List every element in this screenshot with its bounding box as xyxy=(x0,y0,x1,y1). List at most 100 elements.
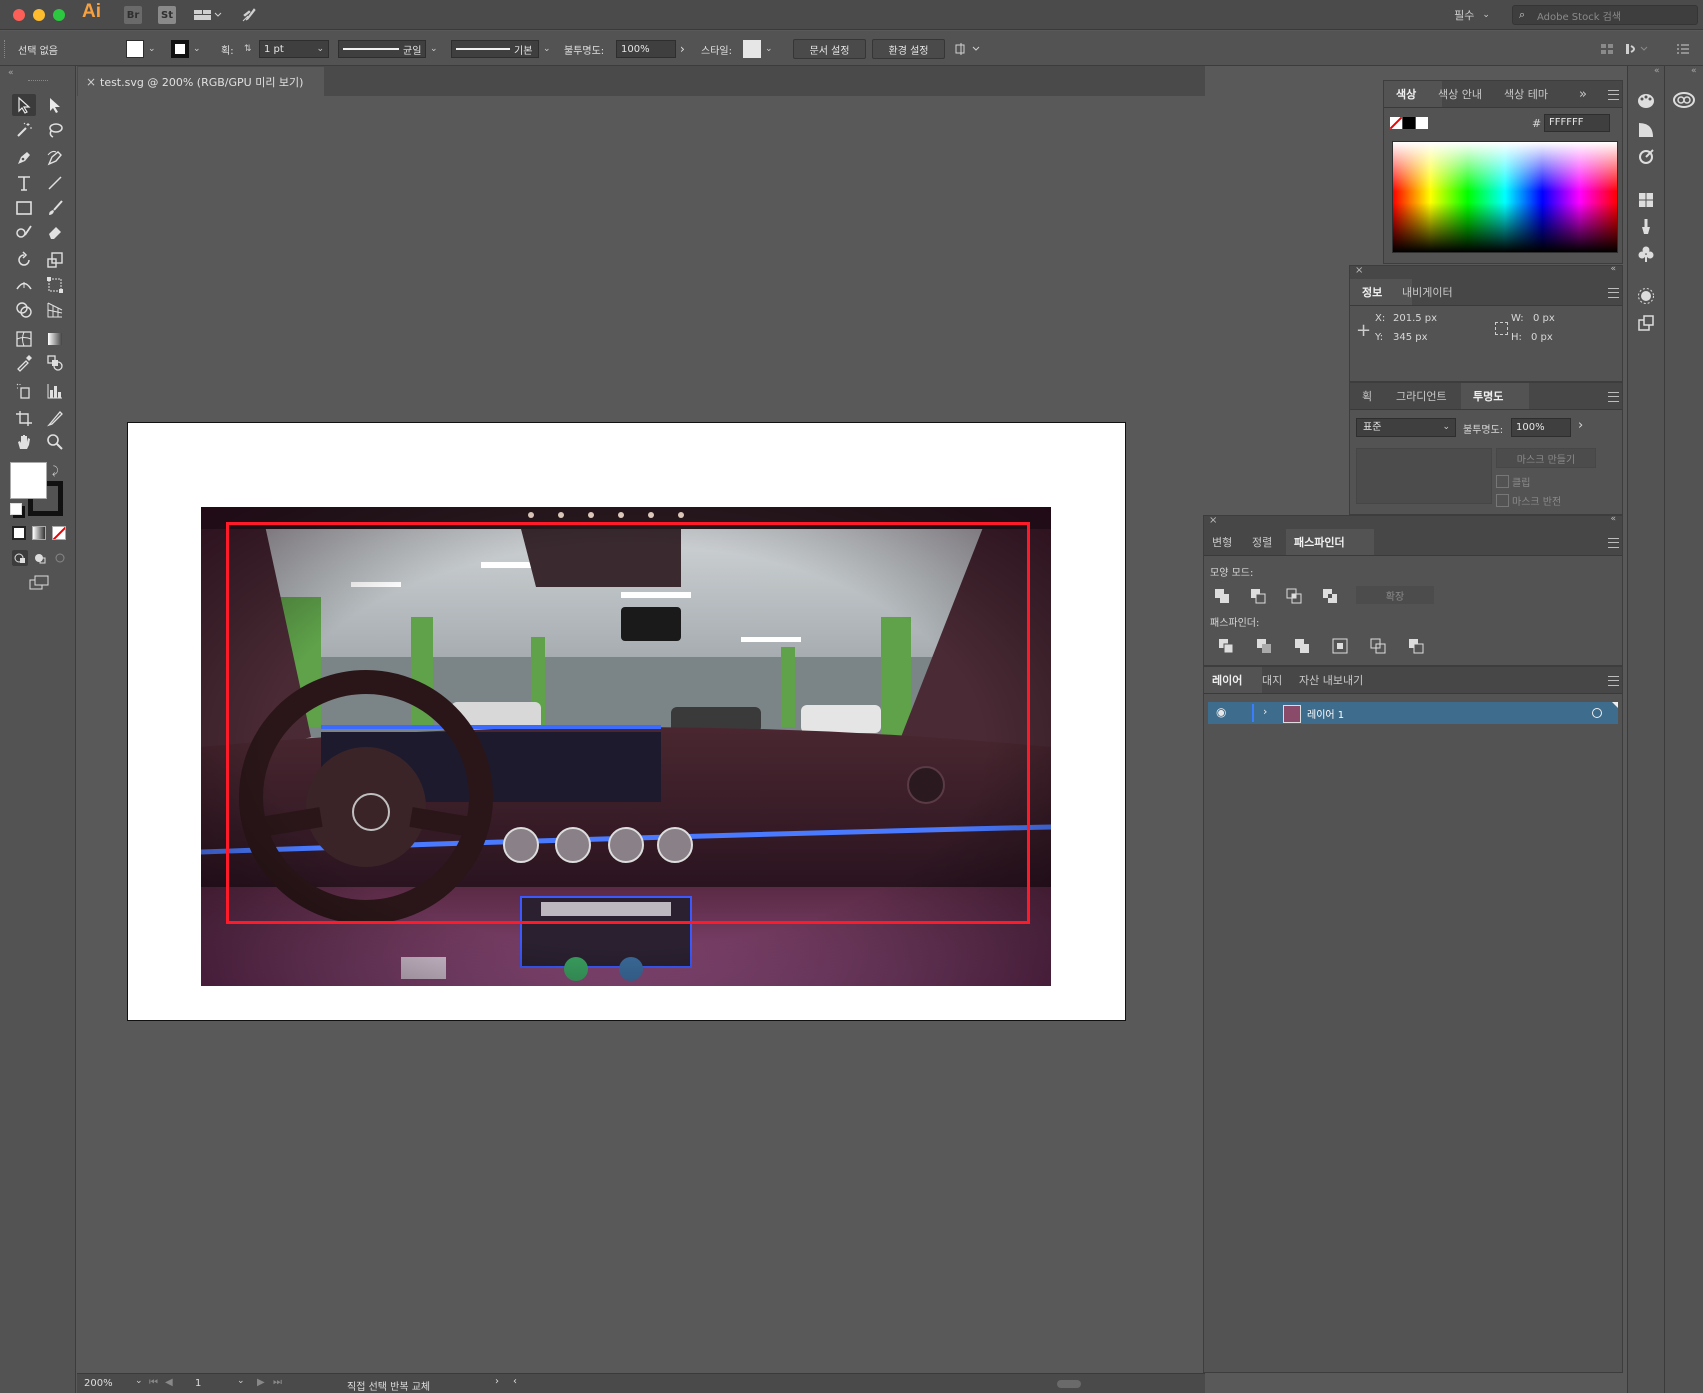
chevron-down-icon[interactable]: ⌄ xyxy=(430,40,438,58)
collapse-icon[interactable]: « xyxy=(1691,66,1697,76)
style-swatch[interactable]: ⌄ xyxy=(743,40,773,58)
direct-selection-tool[interactable] xyxy=(43,94,67,116)
control-panel-menu-button[interactable] xyxy=(1676,40,1690,58)
tab-asset-export[interactable]: 자산 내보내기 xyxy=(1299,667,1363,693)
control-bar-grip[interactable] xyxy=(4,40,9,58)
tab-transform[interactable]: 변형 xyxy=(1212,529,1232,555)
previous-artboard-icon[interactable]: ◀ xyxy=(165,1377,173,1388)
tab-transparency[interactable]: 투명도 xyxy=(1461,383,1529,409)
stroke-profile-dropdown[interactable]: 균일 xyxy=(338,40,426,58)
clip-checkbox[interactable] xyxy=(1496,475,1509,488)
eraser-tool[interactable] xyxy=(43,221,67,243)
last-artboard-icon[interactable]: ⏭ xyxy=(273,1377,282,1388)
divide-icon[interactable] xyxy=(1218,638,1234,654)
stroke-swatch[interactable]: ⌄ xyxy=(171,40,201,58)
eye-visibility-icon[interactable]: ◉ xyxy=(1216,705,1226,719)
bridge-button[interactable]: Br xyxy=(124,6,142,24)
transparency-panel-menu-icon[interactable] xyxy=(1608,392,1619,402)
horizontal-scrollbar-thumb[interactable] xyxy=(1057,1380,1081,1388)
align-options-button[interactable] xyxy=(1600,40,1614,58)
scale-tool[interactable] xyxy=(43,249,67,271)
tab-color[interactable]: 색상 xyxy=(1384,81,1442,107)
close-panel-icon[interactable]: × xyxy=(1209,515,1217,526)
trim-icon[interactable] xyxy=(1256,638,1272,654)
arrange-button[interactable] xyxy=(955,40,983,58)
color-spectrum[interactable] xyxy=(1392,141,1618,253)
opacity-field[interactable]: 100% xyxy=(616,40,676,58)
arrange-documents-button[interactable] xyxy=(190,6,226,24)
hex-input[interactable]: FFFFFF xyxy=(1544,114,1610,132)
none-swatch[interactable] xyxy=(1390,117,1402,129)
expand-button[interactable]: 확장 xyxy=(1356,586,1434,604)
draw-normal-button[interactable] xyxy=(12,550,28,566)
tab-gradient[interactable]: 그라디언트 xyxy=(1396,383,1447,409)
stroke-weight-stepper[interactable]: ⇅ xyxy=(244,40,252,58)
collapse-icon[interactable]: « xyxy=(8,68,14,78)
tab-pathfinder[interactable]: 패스파인더 xyxy=(1286,529,1374,555)
first-artboard-icon[interactable]: ⏮ xyxy=(149,1377,158,1388)
pathfinder-panel-menu-icon[interactable] xyxy=(1608,538,1619,548)
gradient-tool[interactable] xyxy=(43,328,67,350)
draw-behind-button[interactable] xyxy=(32,550,48,566)
color-guide-icon[interactable] xyxy=(1637,121,1655,139)
info-panel-menu-icon[interactable] xyxy=(1608,288,1619,298)
black-swatch[interactable] xyxy=(1403,117,1415,129)
layers-panel-menu-icon[interactable] xyxy=(1608,676,1619,686)
chevron-left-icon[interactable]: ‹ xyxy=(513,1376,517,1387)
selection-rectangle[interactable] xyxy=(226,522,1030,924)
hand-tool[interactable] xyxy=(12,431,36,453)
opacity-input[interactable]: 100% xyxy=(1511,418,1571,437)
intersect-icon[interactable] xyxy=(1286,588,1302,604)
eyedropper-tool[interactable] xyxy=(12,352,36,374)
free-transform-tool[interactable] xyxy=(43,274,67,296)
chevron-right-icon[interactable]: › xyxy=(1578,418,1583,433)
zoom-tool[interactable] xyxy=(43,431,67,453)
chevron-right-icon[interactable]: › xyxy=(495,1376,499,1387)
chevron-right-icon[interactable]: › xyxy=(1263,705,1267,718)
draw-inside-button[interactable] xyxy=(52,550,68,566)
tab-artboards[interactable]: 대지 xyxy=(1262,667,1282,693)
screen-mode-button[interactable] xyxy=(28,574,50,592)
color-panel-menu-icon[interactable] xyxy=(1608,90,1619,100)
shape-builder-tool[interactable] xyxy=(12,299,36,321)
artboard-number[interactable]: 1 xyxy=(195,1378,201,1389)
stock-search-input[interactable]: ⌕ Adobe Stock 검색 xyxy=(1512,5,1698,25)
color-palette-icon[interactable] xyxy=(1637,92,1655,110)
perspective-grid-tool[interactable] xyxy=(43,299,67,321)
recolor-icon[interactable] xyxy=(1637,148,1655,166)
minimize-window-button[interactable] xyxy=(33,9,45,21)
next-artboard-icon[interactable]: ▶ xyxy=(257,1377,265,1388)
minus-back-icon[interactable] xyxy=(1408,638,1424,654)
invert-mask-checkbox[interactable] xyxy=(1496,494,1509,507)
curvature-tool[interactable] xyxy=(43,147,67,169)
layer-name[interactable]: 레이어 1 xyxy=(1307,706,1344,721)
symbols-club-icon[interactable] xyxy=(1637,245,1655,263)
mesh-tool[interactable] xyxy=(12,328,36,350)
make-mask-button[interactable]: 마스크 만들기 xyxy=(1496,448,1596,468)
layer-row[interactable]: ◉ › 레이어 1 xyxy=(1208,702,1618,724)
creative-cloud-libraries-icon[interactable] xyxy=(1673,90,1695,108)
tab-stroke[interactable]: 획 xyxy=(1362,383,1372,409)
tab-navigator[interactable]: 내비게이터 xyxy=(1402,279,1453,305)
selection-tool[interactable] xyxy=(12,94,36,116)
chevron-down-icon[interactable]: ⌄ xyxy=(543,40,551,58)
appearance-sun-icon[interactable] xyxy=(1637,287,1655,305)
chevron-right-icon[interactable]: › xyxy=(680,40,685,58)
magic-wand-tool[interactable] xyxy=(12,119,36,141)
chevron-down-icon[interactable]: ⌄ xyxy=(135,1376,143,1386)
stroke-weight-field[interactable]: 1 pt ⌄ xyxy=(259,40,329,58)
fill-color-box[interactable] xyxy=(10,462,47,499)
target-circle-icon[interactable] xyxy=(1592,708,1602,718)
transform-options-button[interactable] xyxy=(1625,40,1649,58)
minus-front-icon[interactable] xyxy=(1250,588,1266,604)
artboard-tool[interactable] xyxy=(12,407,36,429)
color-mode-button[interactable] xyxy=(12,526,26,540)
none-mode-button[interactable] xyxy=(52,526,66,540)
zoom-level[interactable]: 200% xyxy=(84,1378,113,1389)
swatches-icon[interactable] xyxy=(1637,191,1655,209)
rectangle-tool[interactable] xyxy=(12,197,36,219)
brushes-icon[interactable] xyxy=(1637,218,1655,236)
close-tab-icon[interactable]: × xyxy=(86,75,96,89)
collapse-panel-icon[interactable]: « xyxy=(1610,264,1616,274)
white-swatch[interactable] xyxy=(1416,117,1428,129)
